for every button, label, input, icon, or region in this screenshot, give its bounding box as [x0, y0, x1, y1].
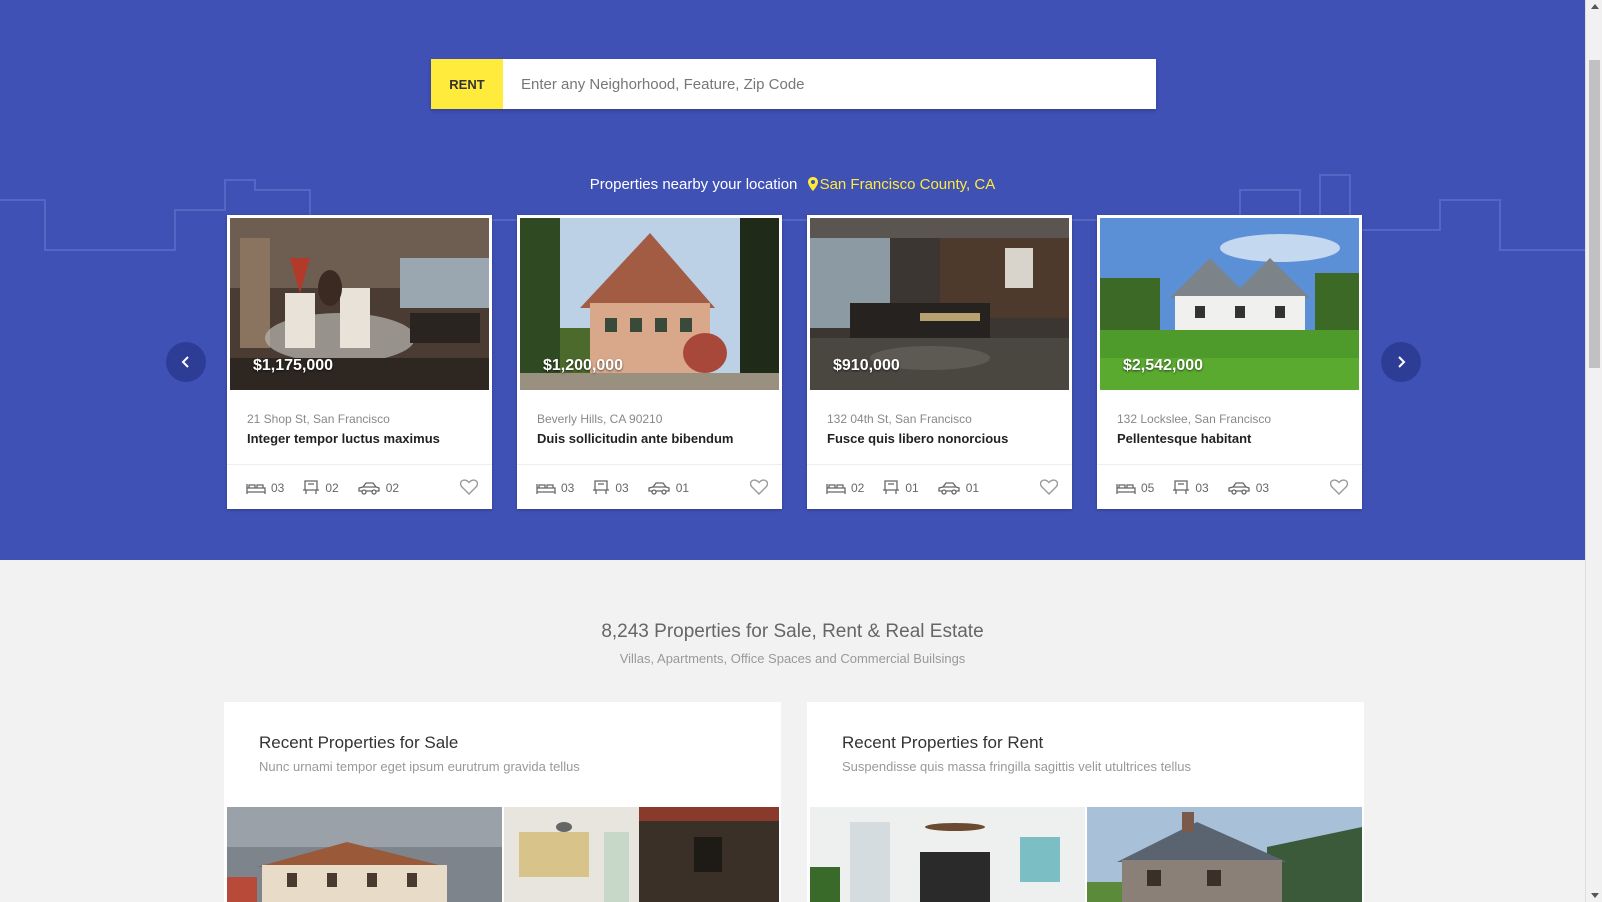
card-divider [227, 464, 492, 465]
feature-baths: 02 [302, 480, 339, 495]
sale-panel-subtitle: Nunc urnami tempor eget ipsum eurutrum g… [259, 759, 580, 774]
scroll-down-icon[interactable] [1591, 893, 1599, 898]
feature-baths: 03 [1172, 480, 1209, 495]
bed-icon [246, 483, 266, 494]
property-photo[interactable]: $1,175,000 [230, 218, 489, 390]
sale-panel-title: Recent Properties for Sale [259, 733, 459, 752]
property-photo[interactable]: $1,200,000 [520, 218, 779, 390]
search-mode-tag[interactable]: RENT [431, 59, 503, 109]
chevron-left-icon [181, 356, 189, 368]
property-address: 132 04th St, San Francisco [827, 412, 972, 426]
rent-panel-title: Recent Properties for Rent [842, 733, 1044, 752]
bathtub-icon [593, 480, 610, 494]
property-address: Beverly Hills, CA 90210 [537, 412, 663, 426]
scroll-up-icon[interactable] [1591, 4, 1599, 9]
heart-icon[interactable] [1330, 479, 1348, 495]
sale-property-photo[interactable] [504, 807, 779, 902]
feature-beds: 03 [536, 481, 574, 495]
page-scrollbar[interactable] [1585, 0, 1602, 902]
feature-garage: 03 [1227, 481, 1269, 495]
garage-count: 01 [965, 480, 980, 495]
property-price: $1,200,000 [543, 357, 624, 374]
property-title[interactable]: Integer tempor luctus maximus [247, 431, 440, 446]
property-card[interactable]: $1,200,000 Beverly Hills, CA 90210 Duis … [517, 215, 782, 509]
feature-garage: 01 [647, 481, 689, 495]
nearby-location-text: San Francisco County, CA [819, 176, 996, 193]
recent-rent-panel: Recent Properties for Rent Suspendisse q… [807, 702, 1364, 902]
stats-subtitle: Villas, Apartments, Office Spaces and Co… [619, 651, 966, 666]
bathtub-icon [303, 480, 320, 494]
rent-property-photo[interactable] [810, 807, 1085, 902]
garage-count: 03 [1255, 480, 1270, 495]
beds-count: 03 [271, 480, 285, 495]
card-divider [517, 464, 782, 465]
property-title[interactable]: Duis sollicitudin ante bibendum [537, 431, 733, 446]
beds-count: 02 [851, 480, 865, 495]
garage-count: 01 [675, 480, 690, 495]
sale-property-photo[interactable] [227, 807, 502, 902]
feature-baths: 01 [882, 480, 919, 495]
nearby-heading: Properties nearby your location San Fran… [0, 176, 1585, 193]
card-divider [1097, 464, 1362, 465]
nearby-location[interactable]: San Francisco County, CA [807, 176, 996, 193]
property-price: $910,000 [833, 357, 900, 374]
property-features: 03 02 02 [246, 480, 417, 495]
baths-count: 03 [615, 480, 629, 495]
heart-icon[interactable] [460, 479, 478, 495]
baths-count: 02 [325, 480, 339, 495]
property-price: $1,175,000 [253, 357, 334, 374]
bed-icon [536, 483, 556, 494]
bed-icon [826, 483, 846, 494]
car-icon [938, 481, 960, 495]
property-photo[interactable]: $910,000 [810, 218, 1069, 390]
recent-sale-panel: Recent Properties for Sale Nunc urnami t… [224, 702, 781, 902]
heart-icon[interactable] [750, 479, 768, 495]
hero-section: RENT Properties nearby your location San… [0, 0, 1585, 560]
property-card[interactable]: $910,000 132 04th St, San Francisco Fusc… [807, 215, 1072, 509]
feature-baths: 03 [592, 480, 629, 495]
scrollbar-thumb[interactable] [1589, 60, 1600, 368]
map-pin-icon [807, 177, 818, 191]
property-title[interactable]: Pellentesque habitant [1117, 431, 1251, 446]
beds-count: 03 [561, 480, 575, 495]
property-photo[interactable]: $2,542,000 [1100, 218, 1359, 390]
carousel-next-button[interactable] [1381, 342, 1421, 382]
card-divider [807, 464, 1072, 465]
baths-count: 01 [905, 480, 919, 495]
stats-title: 8,243 Properties for Sale, Rent & Real E… [601, 621, 984, 642]
property-address: 21 Shop St, San Francisco [247, 412, 390, 426]
search-input[interactable] [503, 59, 1156, 109]
garage-count: 02 [385, 480, 400, 495]
property-features: 05 03 03 [1116, 480, 1287, 495]
feature-beds: 02 [826, 481, 864, 495]
feature-garage: 01 [937, 481, 979, 495]
baths-count: 03 [1195, 480, 1209, 495]
bathtub-icon [1173, 480, 1190, 494]
carousel-prev-button[interactable] [166, 342, 206, 382]
feature-beds: 05 [1116, 481, 1154, 495]
property-features: 02 01 01 [826, 480, 997, 495]
rent-property-photo[interactable] [1087, 807, 1362, 902]
beds-count: 05 [1141, 480, 1155, 495]
property-title[interactable]: Fusce quis libero nonorcious [827, 431, 1008, 446]
property-card[interactable]: $2,542,000 132 Lockslee, San Francisco P… [1097, 215, 1362, 509]
bed-icon [1116, 483, 1136, 494]
property-address: 132 Lockslee, San Francisco [1117, 412, 1272, 426]
property-price: $2,542,000 [1123, 357, 1204, 374]
heart-icon[interactable] [1040, 479, 1058, 495]
car-icon [358, 481, 380, 495]
rent-panel-subtitle: Suspendisse quis massa fringilla sagitti… [842, 759, 1191, 774]
chevron-right-icon [1398, 356, 1406, 368]
property-features: 03 03 01 [536, 480, 707, 495]
bathtub-icon [883, 480, 900, 494]
search-bar: RENT [431, 59, 1156, 109]
feature-beds: 03 [246, 481, 284, 495]
nearby-label: Properties nearby your location [589, 176, 798, 193]
feature-garage: 02 [357, 481, 399, 495]
car-icon [648, 481, 670, 495]
car-icon [1228, 481, 1250, 495]
property-card[interactable]: $1,175,000 21 Shop St, San Francisco Int… [227, 215, 492, 509]
